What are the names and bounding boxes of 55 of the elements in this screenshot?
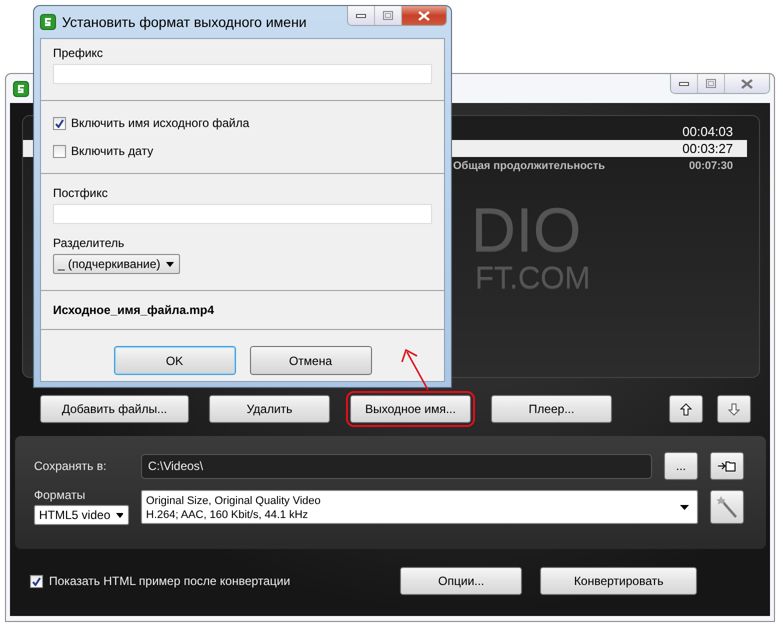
minimize-button[interactable] — [671, 74, 697, 93]
magic-wand-icon — [716, 494, 738, 518]
postfix-label: Постфикс — [53, 186, 109, 200]
postfix-field[interactable] — [53, 204, 432, 224]
up-arrow-icon — [680, 402, 692, 416]
dialog-button[interactable]: Отмена — [250, 346, 372, 375]
dialog-button[interactable]: OK — [114, 346, 236, 375]
maximize-button[interactable] — [374, 6, 401, 25]
show-html-label: Показать HTML пример после конвертации — [49, 574, 290, 588]
maximize-icon — [706, 79, 716, 88]
app-icon — [13, 80, 29, 96]
browse-button[interactable]: ... — [664, 452, 698, 480]
magic-wand-button[interactable] — [710, 490, 744, 524]
checkbox[interactable] — [53, 144, 66, 158]
checkbox[interactable] — [53, 116, 66, 130]
filename-preview: Исходное_имя_файла.mp4 — [53, 303, 214, 317]
toolbar-button[interactable]: Добавить файлы... — [40, 395, 189, 423]
prefix-label: Префикс — [53, 46, 104, 60]
close-icon — [418, 10, 430, 20]
total-duration-label: Общая продолжительность — [453, 160, 606, 172]
output-folder-field[interactable]: C:\Videos\ — [141, 454, 652, 478]
open-folder-button[interactable] — [710, 452, 744, 480]
down-arrow-icon — [728, 402, 740, 416]
save-to-label: Сохранять в: — [34, 459, 108, 473]
maximize-icon — [383, 11, 393, 20]
folder-arrow-icon — [717, 460, 737, 472]
move-up-button[interactable] — [669, 395, 703, 423]
total-duration: 00:07:30 — [688, 160, 733, 172]
app-icon — [40, 14, 56, 30]
caret-icon — [116, 512, 123, 518]
option-label: Включить имя исходного файла — [71, 116, 250, 130]
format-dropdown[interactable]: HTML5 video — [34, 505, 129, 525]
checkbox[interactable] — [30, 574, 43, 588]
move-down-button[interactable] — [717, 395, 751, 423]
toolbar-button[interactable]: Удалить — [209, 395, 330, 423]
formats-label: Форматы — [34, 488, 86, 502]
minimize-icon — [356, 14, 366, 18]
close-button[interactable] — [401, 6, 446, 25]
caret-icon — [166, 262, 174, 266]
close-button[interactable] — [724, 74, 769, 93]
separator-dropdown[interactable]: _ (подчеркивание) — [53, 254, 180, 274]
close-icon — [741, 78, 753, 88]
toolbar-button[interactable]: Выходное имя... — [350, 395, 471, 423]
minimize-icon — [679, 82, 689, 86]
prefix-field[interactable] — [53, 64, 432, 84]
caret-icon — [680, 505, 689, 510]
minimize-button[interactable] — [348, 6, 374, 25]
option-label: Включить дату — [71, 144, 154, 158]
convert-button[interactable]: Конвертировать — [540, 567, 698, 595]
toolbar-button[interactable]: Плеер... — [491, 395, 612, 423]
dialog-title: Установить формат выходного имени — [62, 14, 307, 30]
separator-label: Разделитель — [53, 236, 126, 250]
options-button[interactable]: Опции... — [400, 567, 522, 595]
preset-dropdown[interactable]: Original Size, Original Quality Video H.264; AAC, 160 Kbit/s, 44.1 kHz — [141, 490, 698, 524]
maximize-button[interactable] — [697, 74, 724, 93]
